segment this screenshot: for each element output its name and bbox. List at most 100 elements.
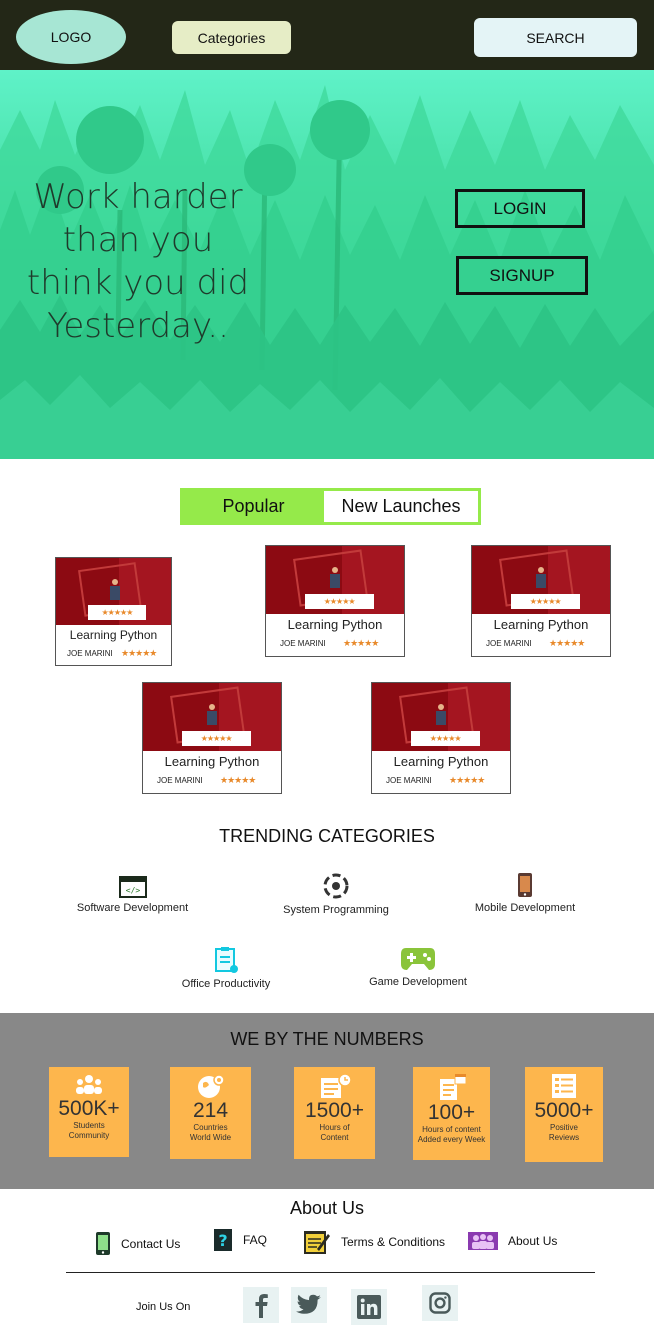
facebook-icon bbox=[255, 1294, 268, 1318]
course-thumbnail: ★★★★★ bbox=[472, 546, 610, 614]
stat-label: Hours of content Added every Week bbox=[417, 1125, 486, 1144]
stat-label: Hours of Content bbox=[319, 1123, 350, 1142]
footer-link-faq[interactable]: ? FAQ bbox=[213, 1228, 267, 1252]
trending-title: TRENDING CATEGORIES bbox=[219, 826, 435, 846]
footer-link-label: FAQ bbox=[243, 1233, 268, 1247]
instructor-icon bbox=[330, 567, 341, 589]
footer-link-label: About Us bbox=[508, 1234, 558, 1248]
course-card[interactable]: ★★★★★ Learning Python JOE MARINI ★★★★★ bbox=[265, 545, 405, 657]
community-icon bbox=[76, 1075, 102, 1094]
tab-new-launches[interactable]: New Launches bbox=[324, 491, 478, 522]
category-game-development[interactable]: Game Development bbox=[360, 944, 476, 988]
stat-label: Countries World Wide bbox=[189, 1123, 232, 1142]
linkedin-link[interactable] bbox=[351, 1289, 387, 1325]
footer-link-terms[interactable]: Terms & Conditions bbox=[303, 1229, 445, 1255]
hero-banner: Work harder than you think you did Yeste… bbox=[0, 70, 654, 459]
facebook-link[interactable] bbox=[243, 1287, 279, 1323]
stat-label: Positive Reviews bbox=[548, 1123, 580, 1142]
category-label: Software Development bbox=[76, 902, 189, 914]
tagline-line: Yesterday.. bbox=[47, 306, 229, 346]
gamepad-icon bbox=[401, 948, 435, 970]
category-label: Office Productivity bbox=[181, 978, 271, 990]
mobile-phone-icon bbox=[518, 873, 532, 897]
phone-icon bbox=[96, 1232, 110, 1255]
instructor-icon bbox=[436, 704, 447, 726]
course-author: JOE MARINI bbox=[386, 776, 432, 785]
login-button[interactable]: LOGIN bbox=[455, 189, 585, 228]
course-rating: ★★★★★ bbox=[549, 638, 585, 648]
stat-value: 214 bbox=[192, 1099, 229, 1122]
category-system-programming[interactable]: System Programming bbox=[275, 872, 397, 916]
category-mobile-development[interactable]: Mobile Development bbox=[465, 872, 585, 914]
instructor-icon bbox=[536, 567, 547, 589]
instagram-link[interactable] bbox=[422, 1285, 458, 1321]
svg-text:</>: </> bbox=[125, 886, 140, 895]
linkedin-icon bbox=[357, 1295, 381, 1319]
signup-button[interactable]: SIGNUP bbox=[456, 256, 588, 295]
stats-section: WE BY THE NUMBERS 500K+ Students Communi… bbox=[0, 1013, 654, 1189]
footer-link-contact[interactable]: Contact Us bbox=[95, 1231, 180, 1256]
stat-card: 5000+ Positive Reviews bbox=[525, 1067, 603, 1162]
category-label: Game Development bbox=[369, 976, 467, 988]
course-card[interactable]: ★★★★★ Learning Python JOE MARINI ★★★★★ bbox=[371, 682, 511, 794]
stat-value: 1500+ bbox=[305, 1099, 364, 1122]
course-author: JOE MARINI bbox=[280, 639, 326, 648]
stat-card: 214 Countries World Wide bbox=[170, 1067, 251, 1159]
course-author: JOE MARINI bbox=[486, 639, 532, 648]
clipboard-icon bbox=[215, 947, 238, 973]
rating-plaque: ★★★★★ bbox=[510, 594, 580, 609]
course-title: Learning Python bbox=[164, 754, 260, 769]
stat-card: 500K+ Students Community bbox=[49, 1067, 129, 1157]
stat-label: Students Community bbox=[68, 1121, 110, 1140]
tagline-line: Work harder bbox=[33, 177, 243, 217]
twitter-icon bbox=[296, 1294, 321, 1314]
course-author: JOE MARINI bbox=[157, 776, 203, 785]
course-title: Learning Python bbox=[393, 754, 489, 769]
review-list-icon bbox=[552, 1074, 576, 1098]
hero-tagline: Work harder than you think you did Yeste… bbox=[18, 176, 258, 348]
tab-popular[interactable]: Popular bbox=[183, 491, 324, 522]
stat-card: 1500+ Hours of Content bbox=[294, 1067, 375, 1159]
course-title: Learning Python bbox=[69, 628, 158, 642]
system-gear-icon bbox=[323, 873, 349, 899]
svg-text:?: ? bbox=[218, 1231, 227, 1250]
search-button[interactable]: SEARCH bbox=[474, 18, 637, 57]
twitter-link[interactable] bbox=[291, 1287, 327, 1323]
stat-value: 500K+ bbox=[58, 1097, 120, 1120]
course-thumbnail: ★★★★★ bbox=[266, 546, 404, 614]
footer-link-label: Terms & Conditions bbox=[341, 1235, 446, 1249]
course-card[interactable]: ★★★★★ Learning Python JOE MARINI ★★★★★ bbox=[55, 557, 172, 666]
course-thumbnail: ★★★★★ bbox=[143, 683, 281, 751]
instructor-icon bbox=[207, 704, 218, 726]
stats-title: WE BY THE NUMBERS bbox=[230, 1029, 424, 1049]
course-tabs: Popular New Launches bbox=[180, 488, 481, 525]
course-author: JOE MARINI bbox=[67, 649, 113, 658]
tagline-line: think you did bbox=[26, 263, 250, 303]
question-icon: ? bbox=[214, 1229, 232, 1251]
notepad-pencil-icon bbox=[304, 1231, 330, 1254]
course-title: Learning Python bbox=[287, 617, 383, 632]
content-clock-icon bbox=[320, 1073, 352, 1098]
rating-plaque: ★★★★★ bbox=[410, 731, 480, 746]
calendar-doc-icon bbox=[439, 1073, 466, 1100]
category-office-productivity[interactable]: Office Productivity bbox=[170, 946, 282, 990]
categories-button[interactable]: Categories bbox=[172, 21, 291, 54]
globe-pin-icon bbox=[197, 1074, 225, 1098]
course-rating: ★★★★★ bbox=[343, 638, 379, 648]
category-software-development[interactable]: </> Software Development bbox=[70, 876, 195, 914]
logo[interactable]: LOGO bbox=[16, 10, 126, 64]
rating-plaque: ★★★★★ bbox=[181, 731, 251, 746]
rating-plaque: ★★★★★ bbox=[88, 605, 146, 620]
instagram-icon bbox=[429, 1292, 451, 1314]
footer-link-about[interactable]: About Us bbox=[468, 1232, 557, 1250]
join-us-label: Join Us On bbox=[136, 1301, 191, 1313]
course-card[interactable]: ★★★★★ Learning Python JOE MARINI ★★★★★ bbox=[142, 682, 282, 794]
rating-plaque: ★★★★★ bbox=[304, 594, 374, 609]
stat-card: 100+ Hours of content Added every Week bbox=[413, 1067, 490, 1160]
stat-value: 5000+ bbox=[534, 1099, 594, 1122]
course-card[interactable]: ★★★★★ Learning Python JOE MARINI ★★★★★ bbox=[471, 545, 611, 657]
category-label: System Programming bbox=[283, 904, 389, 916]
page: LOGO Categories SEARCH Work harder than … bbox=[0, 0, 654, 1340]
category-label: Mobile Development bbox=[474, 902, 576, 914]
about-title: About Us bbox=[289, 1198, 365, 1218]
